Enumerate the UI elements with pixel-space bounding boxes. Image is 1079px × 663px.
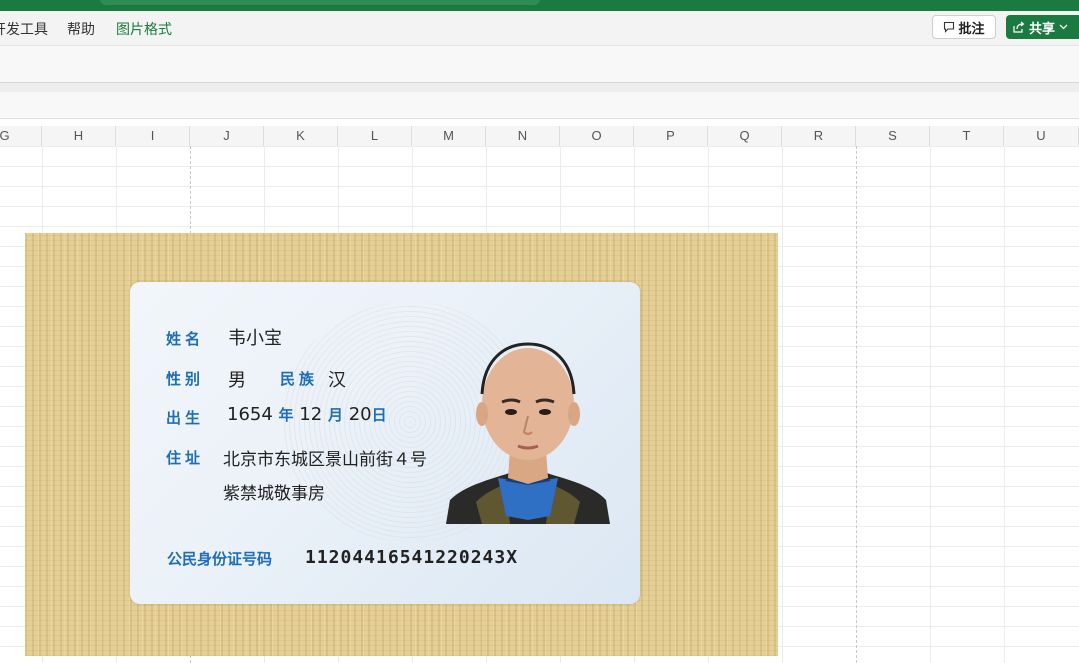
title-bar	[0, 0, 1079, 11]
column-header-n[interactable]: N	[486, 126, 560, 146]
ribbon-body	[0, 46, 1079, 83]
share-label: 共享	[1029, 21, 1056, 37]
inserted-picture[interactable]: 姓名 韦小宝 性别 男 民族 汉 出生 1654 年 12 月 20日 住址 北…	[25, 233, 778, 656]
column-header-u[interactable]: U	[1004, 126, 1079, 146]
ethnicity-value: 汉	[328, 370, 346, 391]
ethnicity-label: 民族	[280, 370, 319, 388]
column-header-h[interactable]: H	[42, 126, 116, 146]
chevron-down-icon[interactable]	[1059, 24, 1068, 30]
column-header-p[interactable]: P	[634, 126, 708, 146]
grid-line	[930, 146, 931, 663]
birth-month-unit: 月	[327, 406, 343, 424]
column-header-l[interactable]: L	[338, 126, 412, 146]
column-header-r[interactable]: R	[782, 126, 856, 146]
column-header-m[interactable]: M	[412, 126, 486, 146]
birth-day: 20	[348, 404, 372, 425]
ribbon-separator	[0, 83, 1079, 92]
birth-year: 1654	[227, 404, 273, 425]
ribbon-tab-row: 开发工具 帮助 图片格式 批注 共享	[0, 11, 1079, 46]
birth-label: 出生	[166, 409, 205, 427]
birth-year-unit: 年	[278, 406, 294, 424]
address-label: 住址	[166, 449, 205, 467]
address-line-2: 紫禁城敬事房	[223, 484, 325, 504]
tab-help[interactable]: 帮助	[67, 19, 95, 39]
sex-value: 男	[228, 370, 246, 391]
tab-picture-format[interactable]: 图片格式	[116, 19, 172, 39]
sex-label: 性别	[166, 370, 205, 388]
formula-bar[interactable]	[0, 92, 1079, 119]
comment-icon	[944, 21, 955, 33]
column-header-j[interactable]: J	[190, 126, 264, 146]
share-button[interactable]: 共享	[1006, 15, 1079, 39]
grid-line	[1004, 146, 1005, 663]
tab-developer[interactable]: 开发工具	[0, 19, 48, 39]
birth-month: 12	[299, 404, 323, 425]
birth-date: 1654 年 12 月 20日	[227, 404, 387, 425]
column-header-g[interactable]: G	[0, 126, 42, 146]
column-header-q[interactable]: Q	[708, 126, 782, 146]
id-number-label: 公民身份证号码	[167, 550, 273, 568]
column-header-s[interactable]: S	[856, 126, 930, 146]
name-label: 姓名	[166, 330, 205, 348]
comment-button[interactable]: 批注	[932, 15, 996, 39]
id-card: 姓名 韦小宝 性别 男 民族 汉 出生 1654 年 12 月 20日 住址 北…	[130, 282, 640, 604]
name-value: 韦小宝	[228, 328, 282, 349]
share-icon	[1013, 21, 1025, 33]
address-line-1: 北京市东城区景山前街４号	[223, 450, 427, 470]
portrait-photo	[446, 342, 610, 524]
column-header-k[interactable]: K	[264, 126, 338, 146]
search-box[interactable]	[100, 0, 540, 5]
column-header-o[interactable]: O	[560, 126, 634, 146]
comment-label: 批注	[958, 21, 985, 37]
grid-line	[782, 146, 783, 663]
page-break-line	[856, 146, 857, 663]
column-header-i[interactable]: I	[116, 126, 190, 146]
column-header-t[interactable]: T	[930, 126, 1004, 146]
id-number: 11204416541220243X	[305, 547, 519, 568]
column-header-row: G H I J K L M N O P Q R S T U	[0, 126, 1079, 147]
birth-day-unit: 日	[371, 406, 387, 424]
